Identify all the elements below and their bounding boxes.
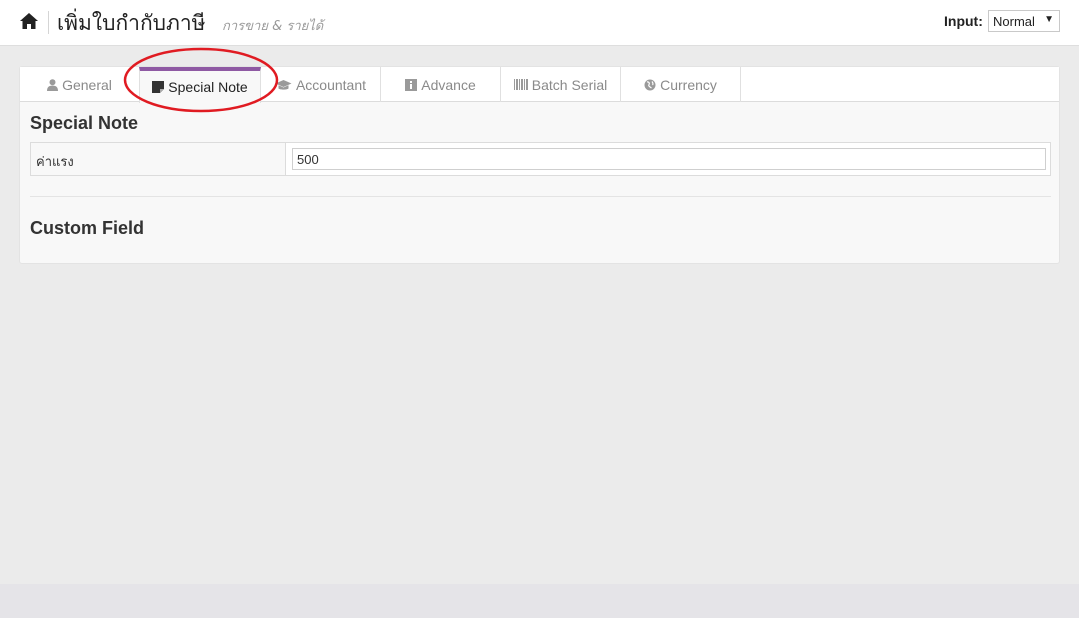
page-subtitle: การขาย & รายได้: [222, 19, 324, 34]
tab-label: General: [62, 76, 112, 93]
note-icon: [152, 81, 165, 93]
tab-accountant[interactable]: Accountant: [261, 67, 381, 102]
section-divider: [30, 196, 1051, 197]
input-mode-label: Input:: [944, 13, 983, 29]
input-mode-value: Normal: [993, 14, 1035, 29]
special-note-heading: Special Note: [30, 113, 139, 133]
top-bar: เพิ่มใบกำกับภาษี การขาย & รายได้ Input: …: [0, 0, 1079, 46]
tab-general[interactable]: General: [20, 67, 140, 102]
footer-band: [0, 584, 1079, 618]
tab-label: Accountant: [295, 76, 367, 93]
field-label-labor-cost: ค่าแรง: [31, 143, 286, 175]
form-panel: General Special Note Accountant Advance: [19, 66, 1060, 264]
barcode-icon: [513, 79, 528, 90]
tab-label: Special Note: [168, 79, 248, 95]
tab-label: Advance: [421, 76, 476, 93]
caret-down-icon: ▼: [1044, 14, 1054, 25]
page-title: เพิ่มใบกำกับภาษี: [57, 11, 206, 35]
special-note-field-row: ค่าแรง: [30, 142, 1051, 176]
user-icon: [47, 78, 59, 91]
title-divider: [48, 11, 49, 34]
custom-field-heading: Custom Field: [30, 218, 145, 238]
tab-batch-serial[interactable]: Batch Serial: [501, 67, 621, 102]
tab-label: Currency: [660, 76, 717, 93]
tab-bar: General Special Note Accountant Advance: [20, 67, 1059, 103]
home-icon[interactable]: [19, 12, 39, 30]
labor-cost-input[interactable]: [292, 148, 1046, 170]
tab-advance[interactable]: Advance: [381, 67, 501, 102]
info-icon: [405, 78, 418, 91]
tab-currency[interactable]: Currency: [621, 67, 741, 102]
input-mode-select[interactable]: Normal ▼: [988, 10, 1060, 32]
tab-special-note[interactable]: Special Note: [139, 67, 261, 103]
graduation-cap-icon: [275, 79, 292, 90]
tab-label: Batch Serial: [531, 76, 608, 93]
globe-icon: [644, 79, 656, 90]
